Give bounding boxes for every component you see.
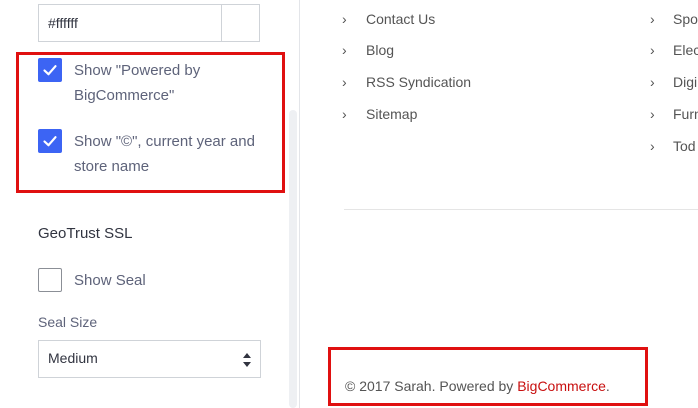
footer-link-contact-us[interactable]: Contact Us [366, 9, 435, 29]
chevron-right-icon: › [342, 74, 347, 90]
footer-category-link[interactable]: Elec [673, 40, 698, 60]
chevron-right-icon: › [650, 74, 655, 90]
chevron-right-icon: › [650, 138, 655, 154]
footer-category-link[interactable]: Furn [673, 104, 698, 124]
chevron-right-icon: › [342, 106, 347, 122]
footer-divider [344, 209, 698, 210]
chevron-right-icon: › [342, 11, 347, 27]
seal-size-select[interactable]: Medium [38, 340, 261, 378]
geotrust-heading: GeoTrust SSL [38, 225, 133, 242]
chevron-right-icon: › [650, 11, 655, 27]
chevron-right-icon: › [650, 42, 655, 58]
chevron-right-icon: › [650, 106, 655, 122]
footer-link-sitemap[interactable]: Sitemap [366, 104, 417, 124]
highlight-box-copyright [328, 347, 648, 406]
seal-size-label: Seal Size [38, 314, 98, 330]
footer-category-link[interactable]: Digi [673, 72, 697, 92]
footer-link-blog[interactable]: Blog [366, 40, 394, 60]
show-seal-checkbox[interactable] [38, 268, 62, 292]
footer-category-link[interactable]: Tod [673, 136, 696, 156]
footer-link-rss[interactable]: RSS Syndication [366, 72, 471, 92]
color-swatch[interactable] [221, 4, 260, 42]
chevron-right-icon: › [342, 42, 347, 58]
scrollbar[interactable] [289, 110, 297, 408]
select-arrows-icon [243, 353, 251, 367]
highlight-box-checkboxes [16, 52, 285, 193]
seal-size-value: Medium [48, 350, 98, 366]
footer-category-link[interactable]: Spo [673, 9, 698, 29]
show-seal-label: Show Seal [74, 272, 146, 289]
